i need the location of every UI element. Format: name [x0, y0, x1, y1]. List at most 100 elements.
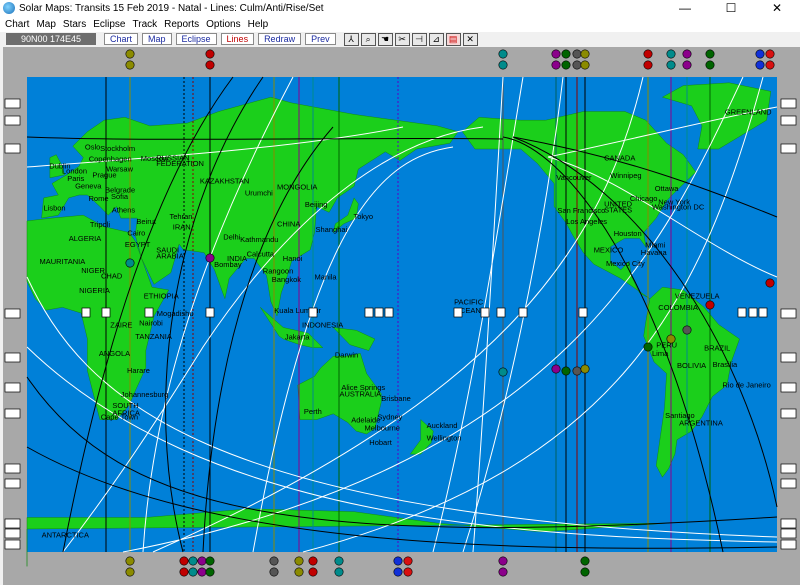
- side-marker-left-icon[interactable]: [4, 382, 21, 393]
- side-marker-right-icon[interactable]: [780, 539, 797, 550]
- menu-options[interactable]: Options: [204, 19, 245, 30]
- equator-marker-icon[interactable]: [374, 307, 384, 318]
- equator-marker-icon[interactable]: [518, 307, 528, 318]
- equator-marker-icon[interactable]: [81, 307, 91, 318]
- side-marker-left-icon[interactable]: [4, 528, 21, 539]
- side-marker-right-icon[interactable]: [780, 478, 797, 489]
- chart-icon[interactable]: ⊿: [428, 32, 444, 46]
- equator-marker-icon[interactable]: [101, 307, 111, 318]
- equator-marker-icon[interactable]: [384, 307, 394, 318]
- plug-icon[interactable]: ⊣: [411, 32, 427, 46]
- report-icon[interactable]: ▤: [445, 32, 461, 46]
- planet-symbol-pair-icon[interactable]: [393, 556, 403, 566]
- equator-marker-icon[interactable]: [205, 307, 215, 318]
- equator-marker-icon[interactable]: [496, 307, 506, 318]
- planet-symbol-pair-icon[interactable]: [393, 567, 403, 577]
- world-map[interactable]: GREENLANDOsloDublinLondonStockholmCopenh…: [3, 47, 800, 585]
- side-marker-left-icon[interactable]: [4, 115, 21, 126]
- planet-symbol-top-icon[interactable]: [705, 60, 715, 70]
- menu-map[interactable]: Map: [34, 19, 60, 30]
- planet-symbol-pair-icon[interactable]: [403, 567, 413, 577]
- equator-marker-icon[interactable]: [453, 307, 463, 318]
- side-marker-right-icon[interactable]: [780, 98, 797, 109]
- planet-symbol-bottom-icon[interactable]: [125, 567, 135, 577]
- planet-symbol-bottom-icon[interactable]: [197, 567, 207, 577]
- equator-marker-icon[interactable]: [144, 307, 154, 318]
- side-marker-right-icon[interactable]: [780, 382, 797, 393]
- planet-symbol-bottom-icon[interactable]: [197, 556, 207, 566]
- planet-symbol-bottom-icon[interactable]: [125, 556, 135, 566]
- side-marker-left-icon[interactable]: [4, 143, 21, 154]
- menu-help[interactable]: Help: [246, 19, 274, 30]
- planet-symbol-bottom-icon[interactable]: [308, 556, 318, 566]
- planet-symbol-bottom-icon[interactable]: [308, 567, 318, 577]
- planet-symbol-bottom-icon[interactable]: [498, 556, 508, 566]
- planet-symbol-bottom-icon[interactable]: [294, 556, 304, 566]
- compass-icon[interactable]: ⅄: [343, 32, 359, 46]
- planet-symbol-top-icon[interactable]: [705, 49, 715, 59]
- side-marker-left-icon[interactable]: [4, 352, 21, 363]
- planet-symbol-bottom-icon[interactable]: [188, 567, 198, 577]
- close-button[interactable]: ✕: [754, 0, 800, 16]
- planet-symbol-top-icon[interactable]: [682, 60, 692, 70]
- planet-symbol-bottom-icon[interactable]: [188, 556, 198, 566]
- planet-symbol-top-icon[interactable]: [666, 60, 676, 70]
- planet-symbol-map-icon[interactable]: [765, 278, 775, 288]
- side-marker-right-icon[interactable]: [780, 528, 797, 539]
- equator-marker-icon[interactable]: [578, 307, 588, 318]
- planet-symbol-map-icon[interactable]: [682, 325, 692, 335]
- side-marker-left-icon[interactable]: [4, 308, 21, 319]
- planet-symbol-map-icon[interactable]: [551, 364, 561, 374]
- planet-symbol-bottom-icon[interactable]: [334, 567, 344, 577]
- side-marker-right-icon[interactable]: [780, 308, 797, 319]
- planet-symbol-map-icon[interactable]: [643, 342, 653, 352]
- planet-symbol-top-icon[interactable]: [572, 60, 582, 70]
- hand-icon[interactable]: ☚: [377, 32, 393, 46]
- scissors-icon[interactable]: ✂: [394, 32, 410, 46]
- planet-symbol-map-icon[interactable]: [572, 366, 582, 376]
- map-button[interactable]: Map: [142, 33, 172, 45]
- planet-symbol-map-icon[interactable]: [666, 334, 676, 344]
- equator-marker-icon[interactable]: [737, 307, 747, 318]
- planet-symbol-bottom-icon[interactable]: [179, 567, 189, 577]
- side-marker-right-icon[interactable]: [780, 352, 797, 363]
- menu-eclipse[interactable]: Eclipse: [91, 19, 130, 30]
- menu-chart[interactable]: Chart: [3, 19, 34, 30]
- side-marker-left-icon[interactable]: [4, 463, 21, 474]
- equator-marker-icon[interactable]: [480, 307, 490, 318]
- planet-symbol-bottom-icon[interactable]: [269, 556, 279, 566]
- side-marker-right-icon[interactable]: [780, 518, 797, 529]
- planet-symbol-bottom-icon[interactable]: [580, 567, 590, 577]
- planet-symbol-map-icon[interactable]: [580, 364, 590, 374]
- side-marker-right-icon[interactable]: [780, 463, 797, 474]
- minimize-button[interactable]: —: [662, 0, 708, 16]
- planet-symbol-top-icon[interactable]: [561, 49, 571, 59]
- eclipse-button[interactable]: Eclipse: [175, 33, 217, 45]
- planet-symbol-top-icon[interactable]: [205, 49, 215, 59]
- equator-marker-icon[interactable]: [748, 307, 758, 318]
- lines-button[interactable]: Lines: [220, 33, 255, 45]
- planet-symbol-top-icon[interactable]: [498, 60, 508, 70]
- planet-symbol-top-icon[interactable]: [666, 49, 676, 59]
- planet-symbol-pair-icon[interactable]: [755, 60, 765, 70]
- planet-symbol-map-icon[interactable]: [205, 253, 215, 263]
- planet-symbol-pair-icon[interactable]: [755, 49, 765, 59]
- planet-symbol-map-icon[interactable]: [498, 367, 508, 377]
- planet-symbol-top-icon[interactable]: [561, 60, 571, 70]
- planet-symbol-top-icon[interactable]: [580, 60, 590, 70]
- planet-symbol-top-icon[interactable]: [572, 49, 582, 59]
- equator-marker-icon[interactable]: [308, 307, 318, 318]
- planet-symbol-top-icon[interactable]: [580, 49, 590, 59]
- planet-symbol-top-icon[interactable]: [643, 60, 653, 70]
- side-marker-left-icon[interactable]: [4, 98, 21, 109]
- planet-symbol-pair-icon[interactable]: [765, 49, 775, 59]
- zoom-icon[interactable]: ⌕: [360, 32, 376, 46]
- planet-symbol-pair-icon[interactable]: [765, 60, 775, 70]
- side-marker-right-icon[interactable]: [780, 115, 797, 126]
- planet-symbol-bottom-icon[interactable]: [205, 567, 215, 577]
- planet-symbol-bottom-icon[interactable]: [205, 556, 215, 566]
- planet-symbol-bottom-icon[interactable]: [179, 556, 189, 566]
- side-marker-left-icon[interactable]: [4, 518, 21, 529]
- planet-symbol-top-icon[interactable]: [125, 49, 135, 59]
- side-marker-left-icon[interactable]: [4, 408, 21, 419]
